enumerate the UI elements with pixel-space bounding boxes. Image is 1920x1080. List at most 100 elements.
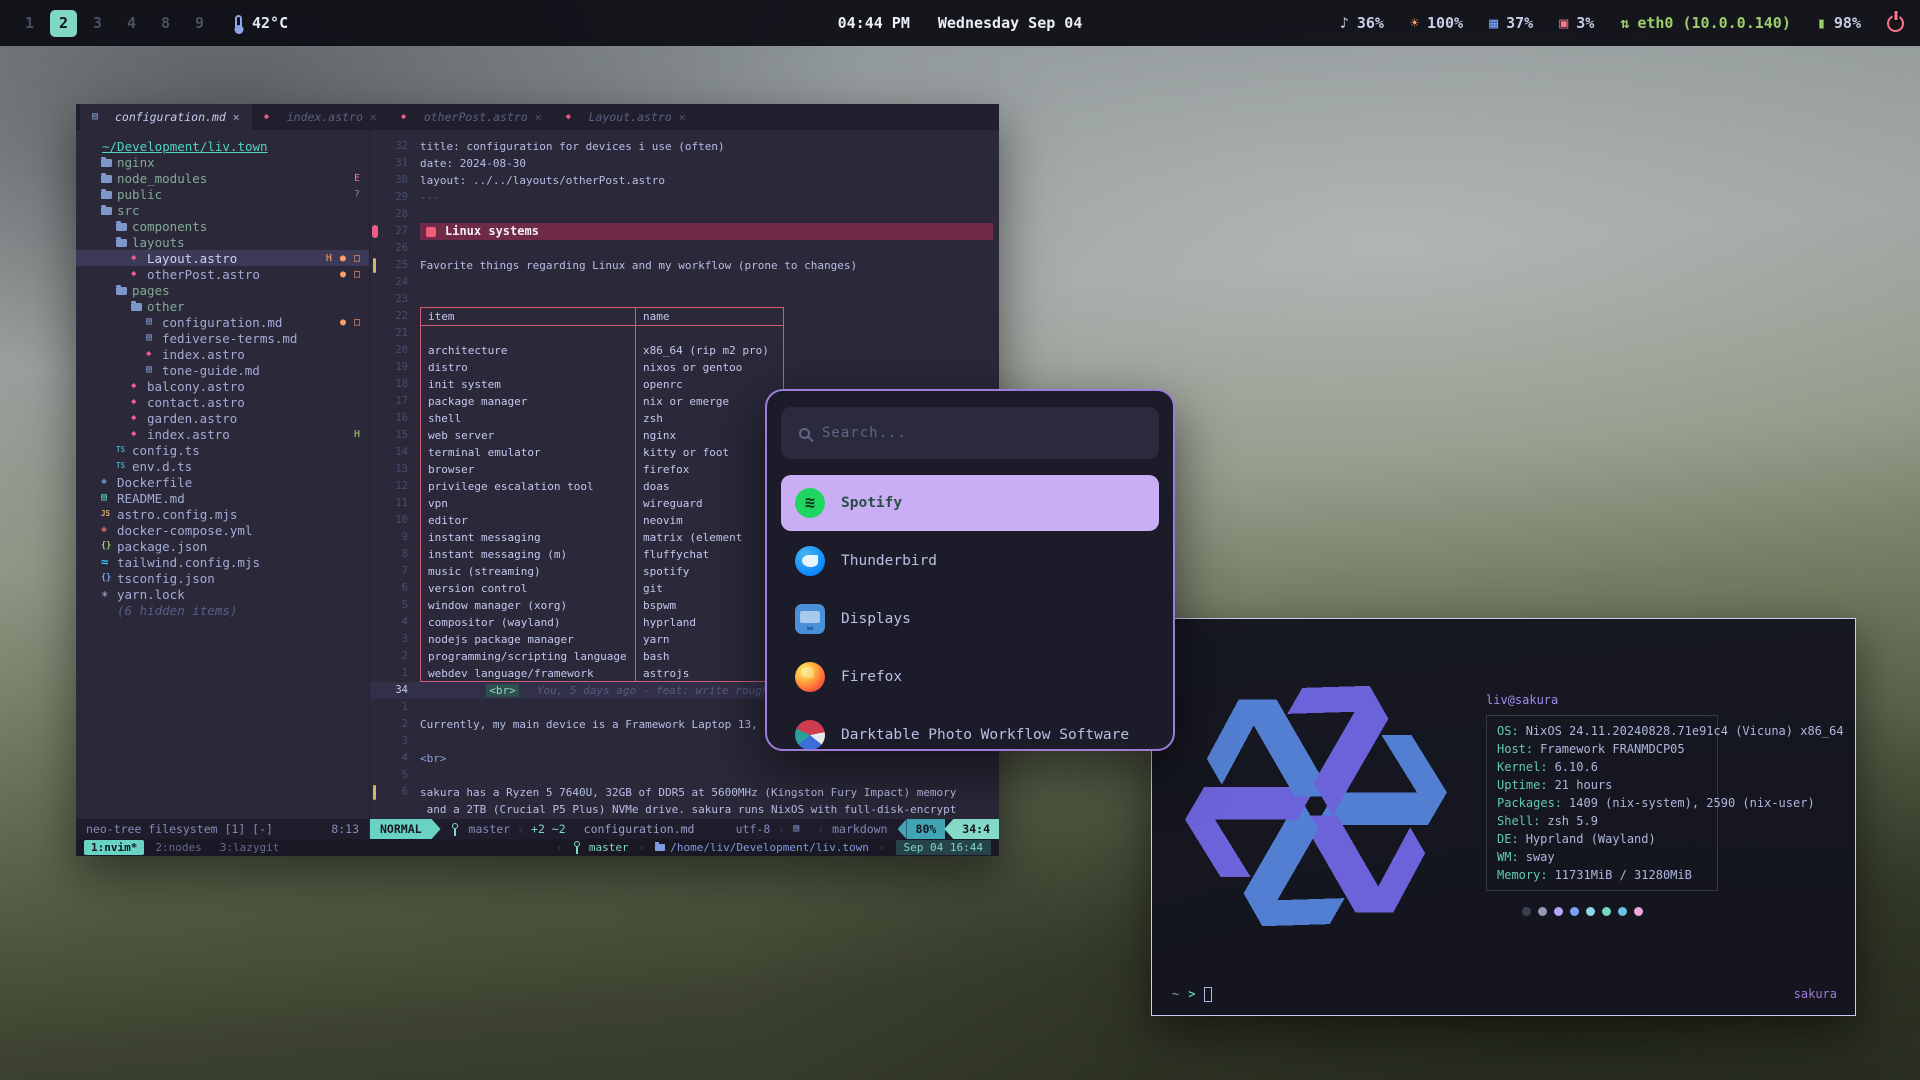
bar-module[interactable]: 37% xyxy=(1489,14,1533,32)
tree-item[interactable]: garden.astro xyxy=(76,410,369,426)
close-icon[interactable] xyxy=(233,110,240,124)
buffer-line[interactable]: and a 2TB (Crucial P5 Plus) NVMe drive. … xyxy=(370,801,999,818)
workspace-button[interactable]: 2 xyxy=(50,10,77,37)
close-icon[interactable] xyxy=(679,110,686,124)
tree-item[interactable]: (6 hidden items) xyxy=(76,602,369,618)
close-icon[interactable] xyxy=(370,110,377,124)
table-line[interactable]: 23 xyxy=(370,291,999,308)
bar-module[interactable]: 98% xyxy=(1817,14,1861,32)
info-label: Uptime: xyxy=(1497,776,1548,794)
workspace-button[interactable]: 4 xyxy=(118,10,145,37)
editor-tab[interactable]: index.astro xyxy=(252,104,389,130)
tree-item[interactable]: balcony.astro xyxy=(76,378,369,394)
editor-tab[interactable]: configuration.md xyxy=(80,104,252,130)
palette-dot xyxy=(1586,907,1595,916)
tree-item[interactable]: public ? xyxy=(76,186,369,202)
table-line[interactable]: 22 item name xyxy=(370,308,999,325)
table-cell-item: architecture xyxy=(420,342,636,359)
buffer-line[interactable]: 4 <br> xyxy=(370,750,999,767)
buffer-line[interactable]: 25 Favorite things regarding Linux and m… xyxy=(370,257,999,274)
tree-item[interactable]: Layout.astro H ● □ xyxy=(76,250,369,266)
launcher-item[interactable]: Firefox xyxy=(781,649,1159,705)
buffer-line[interactable]: 5 xyxy=(370,767,999,784)
tree-item[interactable]: config.ts xyxy=(76,442,369,458)
tree-item[interactable]: package.json xyxy=(76,538,369,554)
buffer-line[interactable]: 26 xyxy=(370,240,999,257)
launcher-item[interactable]: Thunderbird xyxy=(781,533,1159,589)
git-status-marker: H ● □ xyxy=(326,253,369,264)
tree-item[interactable]: astro.config.mjs xyxy=(76,506,369,522)
line-number: 4 xyxy=(380,614,420,631)
buffer-line[interactable]: 31 date: 2024-08-30 xyxy=(370,155,999,172)
tree-item[interactable]: otherPost.astro ● □ xyxy=(76,266,369,282)
buffer-line[interactable]: 6 sakura has a Ryzen 5 7640U, 32GB of DD… xyxy=(370,784,999,801)
tree-item[interactable]: tsconfig.json xyxy=(76,570,369,586)
table-cell-item: vpn xyxy=(420,495,636,512)
tree-item[interactable]: tailwind.config.mjs xyxy=(76,554,369,570)
info-line: Host: Framework FRANMDCP05 xyxy=(1497,740,1707,758)
git-changes: +2 ~2 xyxy=(531,822,566,836)
tree-item[interactable]: configuration.md ● □ xyxy=(76,314,369,330)
bar-module[interactable]: 3% xyxy=(1559,14,1594,32)
shell-prompt[interactable]: ~ > xyxy=(1172,985,1212,1003)
tree-item[interactable]: other xyxy=(76,298,369,314)
buffer-line[interactable]: 29 --- xyxy=(370,189,999,206)
module-value: 37% xyxy=(1506,14,1533,32)
tree-item[interactable]: components xyxy=(76,218,369,234)
tree-item[interactable]: fediverse-terms.md xyxy=(76,330,369,346)
editor-tab[interactable]: Layout.astro xyxy=(554,104,698,130)
buffer-line[interactable]: 30 layout: ../../layouts/otherPost.astro xyxy=(370,172,999,189)
temperature-widget[interactable]: 42°C xyxy=(235,14,288,32)
launcher-item[interactable]: Spotify xyxy=(781,475,1159,531)
tree-item[interactable]: ~/Development/liv.town xyxy=(76,138,369,154)
markdown-heading-line[interactable]: 27 Linux systems xyxy=(370,223,999,240)
buffer-line[interactable]: 32 title: configuration for devices i us… xyxy=(370,138,999,155)
tree-item[interactable]: index.astro H xyxy=(76,426,369,442)
launcher-search[interactable] xyxy=(781,407,1159,459)
tree-item[interactable]: env.d.ts xyxy=(76,458,369,474)
tree-item[interactable]: pages xyxy=(76,282,369,298)
tree-item[interactable]: yarn.lock xyxy=(76,586,369,602)
power-button[interactable] xyxy=(1887,15,1904,32)
line-number: 23 xyxy=(380,291,420,308)
tmux-window[interactable]: 2:nodes xyxy=(148,840,208,855)
buffer-line[interactable]: 28 xyxy=(370,206,999,223)
workspace-button[interactable]: 8 xyxy=(152,10,179,37)
table-cell-name xyxy=(636,325,784,342)
search-input[interactable] xyxy=(822,425,1141,441)
tree-item[interactable]: node_modules E xyxy=(76,170,369,186)
tree-item[interactable]: nginx xyxy=(76,154,369,170)
tree-item[interactable]: docker-compose.yml xyxy=(76,522,369,538)
tmux-window[interactable]: 1:nvim* xyxy=(84,840,144,855)
launcher-item[interactable]: Displays xyxy=(781,591,1159,647)
tree-item[interactable]: src xyxy=(76,202,369,218)
bar-module[interactable]: eth0 (10.0.0.140) xyxy=(1620,14,1791,32)
app-icon xyxy=(795,604,825,634)
table-line[interactable]: 20 architecture x86_64 (rip m2 pro) xyxy=(370,342,999,359)
tree-item[interactable]: layouts xyxy=(76,234,369,250)
editor-tab[interactable]: otherPost.astro xyxy=(389,104,554,130)
workspace-button[interactable]: 9 xyxy=(186,10,213,37)
tree-item[interactable]: index.astro xyxy=(76,346,369,362)
tree-item[interactable]: README.md xyxy=(76,490,369,506)
tree-item[interactable]: Dockerfile xyxy=(76,474,369,490)
launcher-item[interactable]: Darktable Photo Workflow Software xyxy=(781,707,1159,751)
workspace-button[interactable]: 1 xyxy=(16,10,43,37)
table-line[interactable]: 21 xyxy=(370,325,999,342)
tmux-window[interactable]: 3:lazygit xyxy=(213,840,287,855)
workspace-button[interactable]: 3 xyxy=(84,10,111,37)
line-number: 28 xyxy=(380,206,420,223)
info-value: zsh 5.9 xyxy=(1547,812,1598,830)
buffer-line[interactable]: 24 xyxy=(370,274,999,291)
file-name: balcony.astro xyxy=(147,379,245,394)
line-number: 31 xyxy=(380,155,420,172)
tree-item[interactable]: contact.astro xyxy=(76,394,369,410)
info-value: Hyprland (Wayland) xyxy=(1526,830,1656,848)
table-line[interactable]: 19 distro nixos or gentoo xyxy=(370,359,999,376)
chevron-icon xyxy=(879,841,886,854)
table-cell-item: privilege escalation tool xyxy=(420,478,636,495)
close-icon[interactable] xyxy=(535,110,542,124)
tree-item[interactable]: tone-guide.md xyxy=(76,362,369,378)
bar-module[interactable]: 100% xyxy=(1410,14,1463,32)
bar-module[interactable]: 36% xyxy=(1340,14,1384,32)
